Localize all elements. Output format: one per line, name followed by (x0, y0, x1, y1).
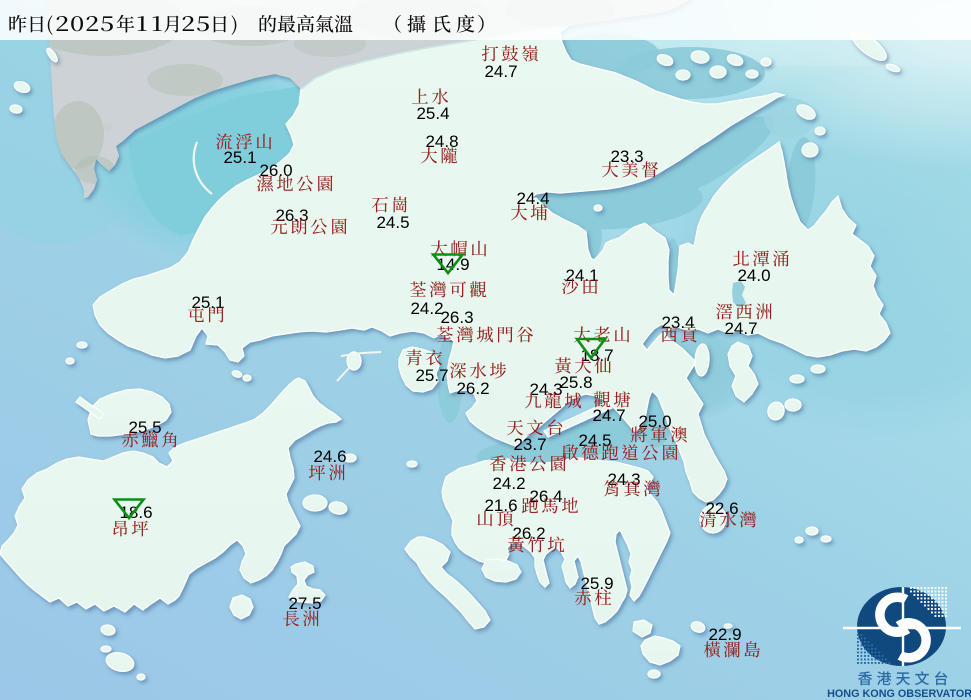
svg-text:25.1: 25.1 (223, 148, 256, 167)
svg-text:23.4: 23.4 (661, 313, 694, 332)
svg-text:HONG KONG OBSERVATORY: HONG KONG OBSERVATORY (827, 688, 971, 700)
svg-text:26.2: 26.2 (512, 524, 545, 543)
svg-text:26.4: 26.4 (529, 487, 562, 506)
svg-text:24.2: 24.2 (410, 299, 443, 318)
svg-text:24.7: 24.7 (724, 319, 757, 338)
svg-text:25.8: 25.8 (559, 373, 592, 392)
svg-text:25.7: 25.7 (415, 366, 448, 385)
svg-text:26.3: 26.3 (440, 308, 473, 327)
svg-text:24.6: 24.6 (313, 447, 346, 466)
svg-text:25.4: 25.4 (416, 104, 449, 123)
svg-text:24.4: 24.4 (516, 189, 549, 208)
svg-text:24.5: 24.5 (578, 431, 611, 450)
svg-text:26.3: 26.3 (275, 206, 308, 225)
svg-text:24.7: 24.7 (592, 406, 625, 425)
svg-text:24.7: 24.7 (484, 62, 517, 81)
svg-text:26.2: 26.2 (456, 379, 489, 398)
svg-text:24.3: 24.3 (529, 380, 562, 399)
svg-text:22.9: 22.9 (708, 625, 741, 644)
svg-text:24.5: 24.5 (376, 213, 409, 232)
svg-text:25.5: 25.5 (128, 418, 161, 437)
svg-text:27.5: 27.5 (288, 594, 321, 613)
svg-text:24.0: 24.0 (737, 266, 770, 285)
svg-text:25.9: 25.9 (580, 574, 613, 593)
svg-text:23.7: 23.7 (513, 435, 546, 454)
svg-text:24.2: 24.2 (492, 474, 525, 493)
